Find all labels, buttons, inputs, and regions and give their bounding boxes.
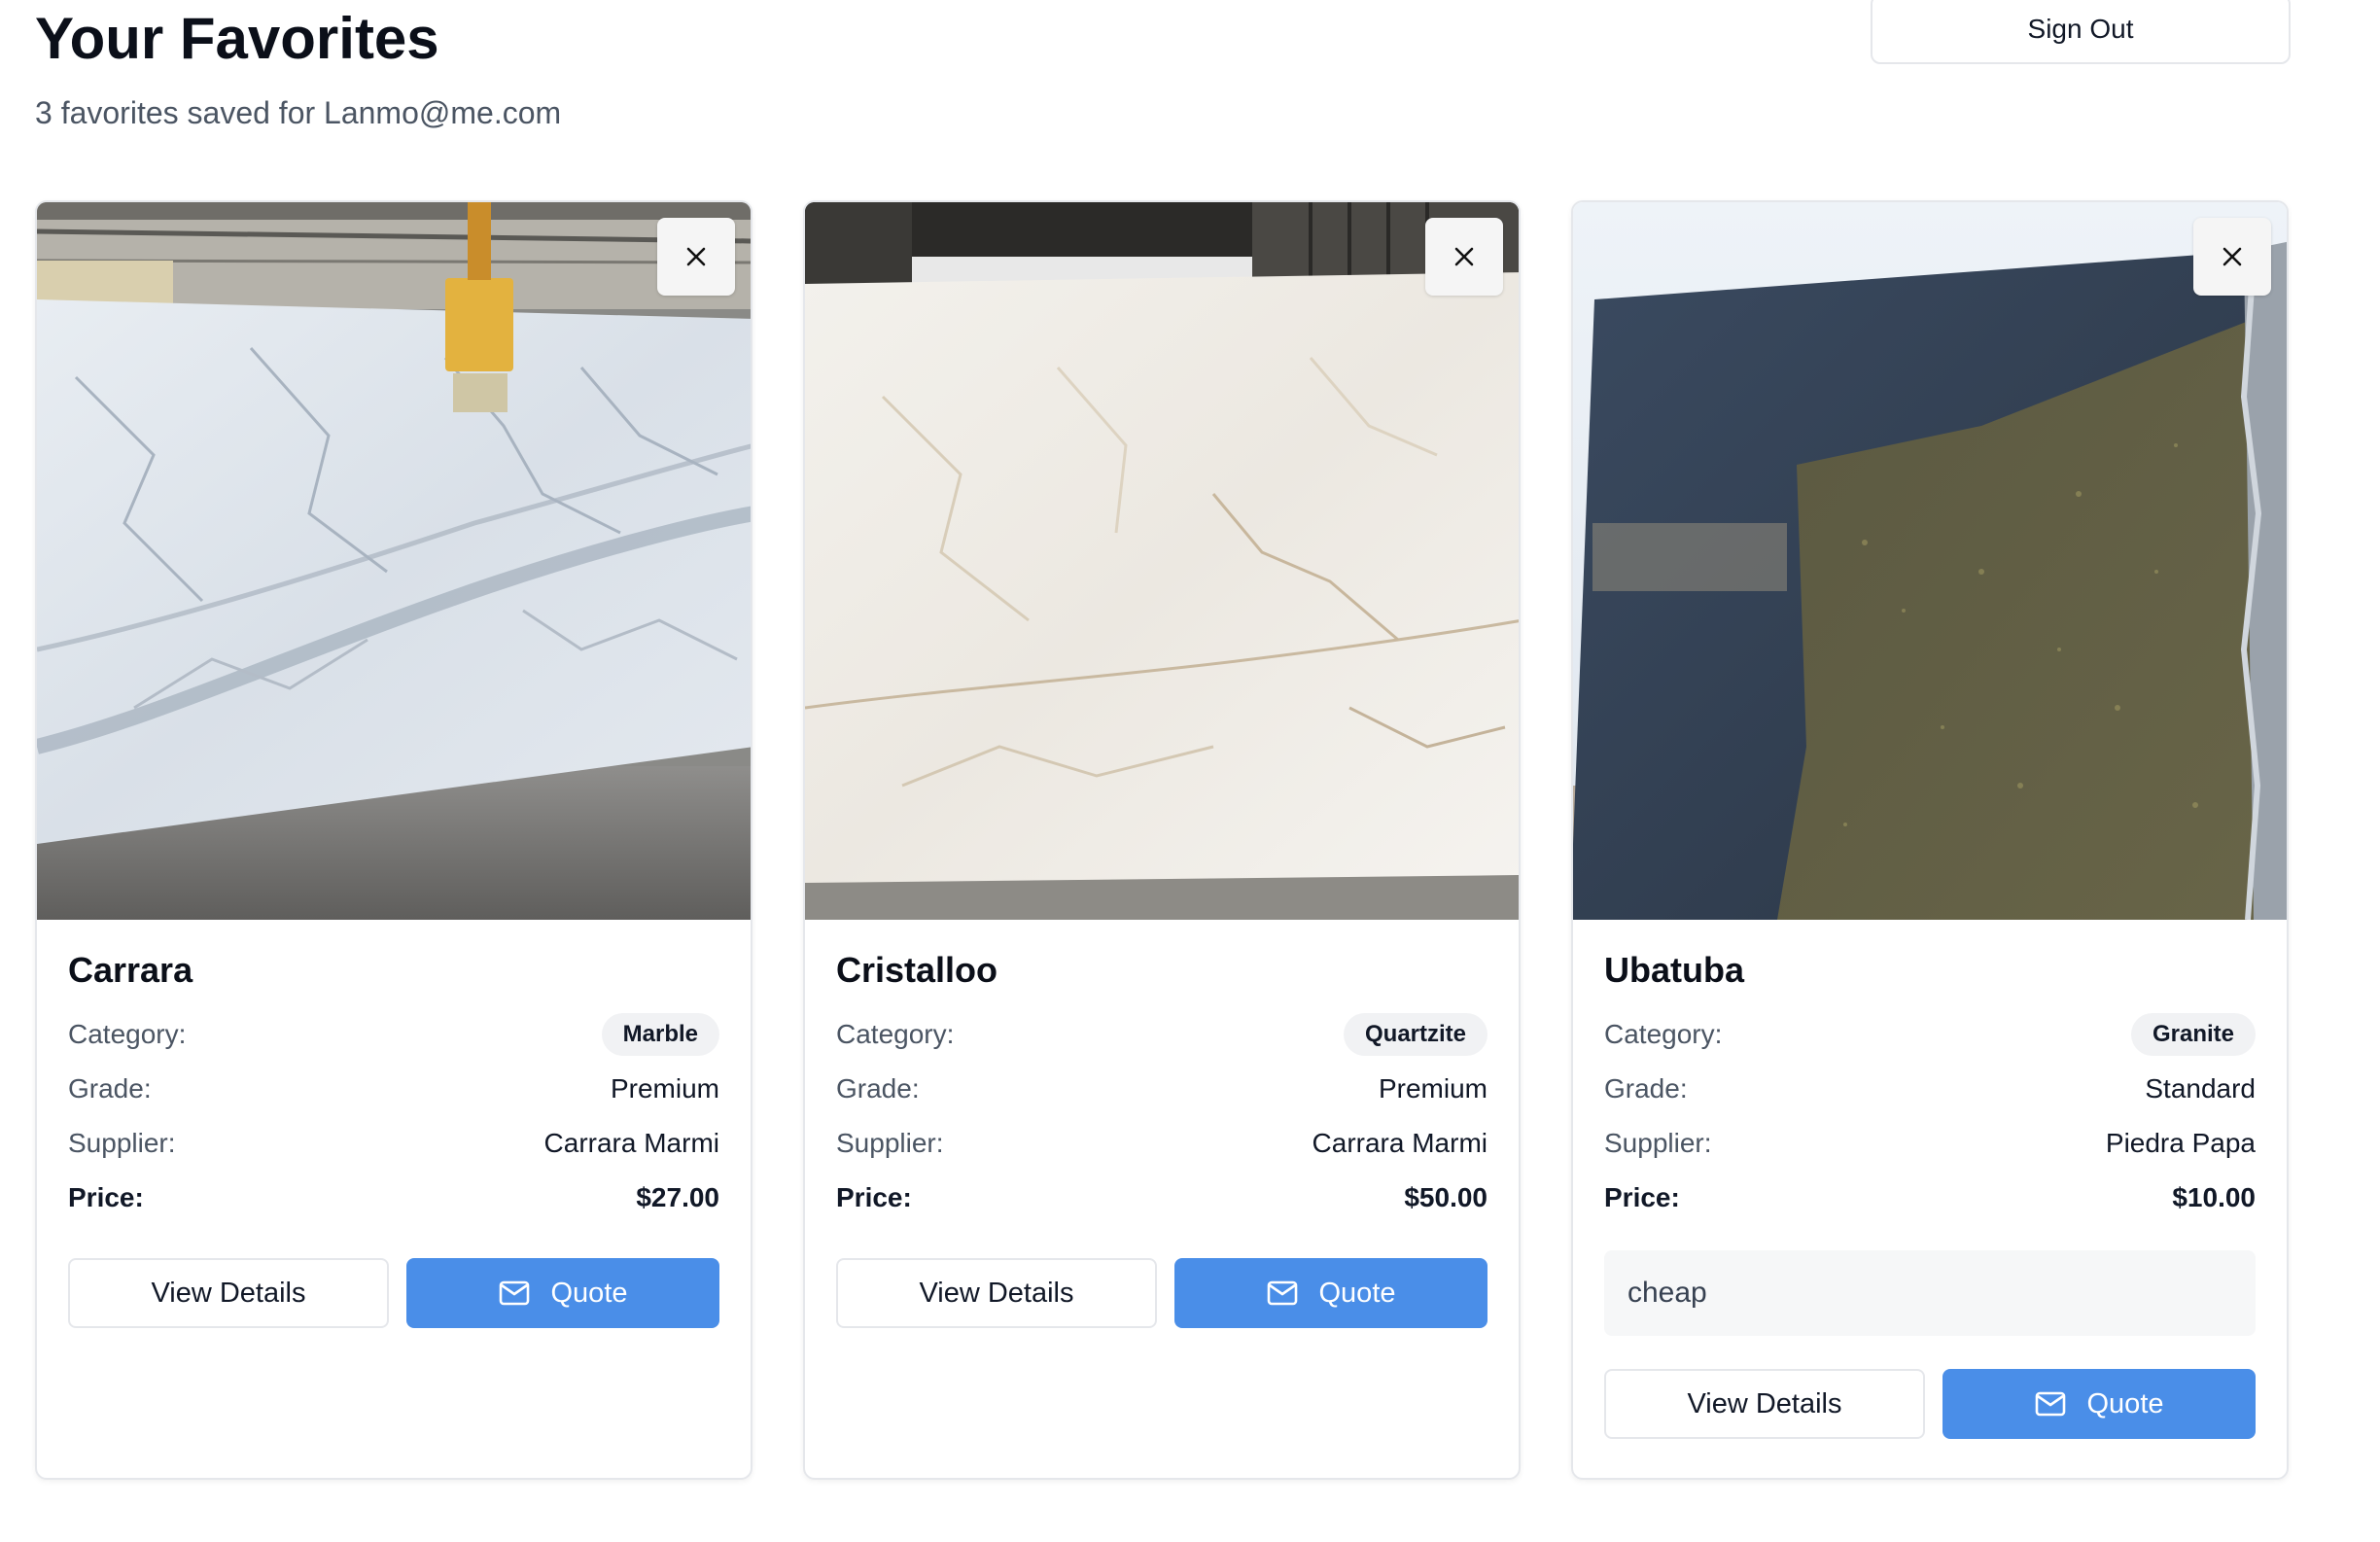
stone-name: Carrara [68, 950, 193, 990]
grade-row: Grade: Standard [1604, 1062, 2256, 1116]
mail-icon [2035, 1391, 2066, 1417]
price-value: $27.00 [636, 1182, 719, 1212]
quote-label: Quote [1318, 1277, 1396, 1309]
favorite-notes: cheap [1604, 1250, 2256, 1336]
quartzite-slab-image [805, 202, 1519, 920]
price-label: Price: [836, 1182, 912, 1212]
remove-favorite-button[interactable] [2193, 218, 2271, 296]
stone-image[interactable] [1573, 202, 2287, 920]
page-title: Your Favorites [35, 6, 439, 71]
grade-label: Grade: [68, 1073, 152, 1104]
mail-icon [1267, 1280, 1298, 1306]
granite-slab-image [1573, 202, 2287, 920]
quote-button[interactable]: Quote [1174, 1258, 1488, 1328]
supplier-row: Supplier: Carrara Marmi [836, 1116, 1488, 1171]
price-row: Price: $10.00 [1604, 1171, 2256, 1225]
view-details-button[interactable]: View Details [68, 1258, 389, 1328]
quote-label: Quote [550, 1277, 628, 1309]
category-row: Category: Granite [1604, 1007, 2256, 1062]
category-label: Category: [1604, 1019, 1723, 1049]
close-icon [2222, 247, 2242, 266]
stone-name: Cristalloo [836, 950, 998, 990]
price-label: Price: [68, 1182, 144, 1212]
price-label: Price: [1604, 1182, 1680, 1212]
stone-image[interactable] [37, 202, 751, 920]
marble-slab-image [37, 202, 751, 920]
category-badge: Quartzite [1343, 1013, 1488, 1056]
supplier-value: Piedra Papa [2105, 1128, 2256, 1158]
supplier-value: Carrara Marmi [543, 1128, 719, 1158]
favorite-card: Cristalloo Category: Quartzite Grade: Pr… [803, 200, 1521, 1480]
grade-value: Premium [610, 1073, 719, 1104]
mail-icon [499, 1280, 530, 1306]
grade-row: Grade: Premium [68, 1062, 719, 1116]
category-badge: Marble [601, 1013, 719, 1056]
supplier-value: Carrara Marmi [1312, 1128, 1488, 1158]
grade-label: Grade: [1604, 1073, 1688, 1104]
price-value: $10.00 [2172, 1182, 2256, 1212]
remove-favorite-button[interactable] [657, 218, 735, 296]
page-subtitle: 3 favorites saved for Lanmo@me.com [35, 95, 562, 130]
price-row: Price: $27.00 [68, 1171, 719, 1225]
favorite-card: Ubatuba Category: Granite Grade: Standar… [1571, 200, 2289, 1480]
grade-value: Premium [1378, 1073, 1488, 1104]
view-details-button[interactable]: View Details [836, 1258, 1157, 1328]
quote-button[interactable]: Quote [1942, 1369, 2256, 1439]
grade-row: Grade: Premium [836, 1062, 1488, 1116]
quote-label: Quote [2086, 1387, 2164, 1419]
card-actions: View Details Quote [836, 1258, 1488, 1328]
favorite-card: Carrara Category: Marble Grade: Premium … [35, 200, 752, 1480]
stone-image[interactable] [805, 202, 1519, 920]
category-label: Category: [68, 1019, 187, 1049]
sign-out-button[interactable]: Sign Out [1871, 0, 2291, 64]
favorites-grid: Carrara Category: Marble Grade: Premium … [35, 200, 2289, 1480]
supplier-label: Supplier: [1604, 1128, 1712, 1158]
supplier-label: Supplier: [68, 1128, 176, 1158]
price-row: Price: $50.00 [836, 1171, 1488, 1225]
close-icon [1454, 247, 1474, 266]
grade-label: Grade: [836, 1073, 920, 1104]
close-icon [686, 247, 706, 266]
stone-name: Ubatuba [1604, 950, 1744, 990]
supplier-row: Supplier: Piedra Papa [1604, 1116, 2256, 1171]
category-label: Category: [836, 1019, 955, 1049]
card-actions: View Details Quote [1604, 1369, 2256, 1439]
supplier-label: Supplier: [836, 1128, 944, 1158]
supplier-row: Supplier: Carrara Marmi [68, 1116, 719, 1171]
price-value: $50.00 [1404, 1182, 1488, 1212]
view-details-button[interactable]: View Details [1604, 1369, 1925, 1439]
quote-button[interactable]: Quote [406, 1258, 719, 1328]
remove-favorite-button[interactable] [1425, 218, 1503, 296]
category-row: Category: Marble [68, 1007, 719, 1062]
card-actions: View Details Quote [68, 1258, 719, 1328]
grade-value: Standard [2145, 1073, 2256, 1104]
category-row: Category: Quartzite [836, 1007, 1488, 1062]
category-badge: Granite [2130, 1013, 2256, 1056]
